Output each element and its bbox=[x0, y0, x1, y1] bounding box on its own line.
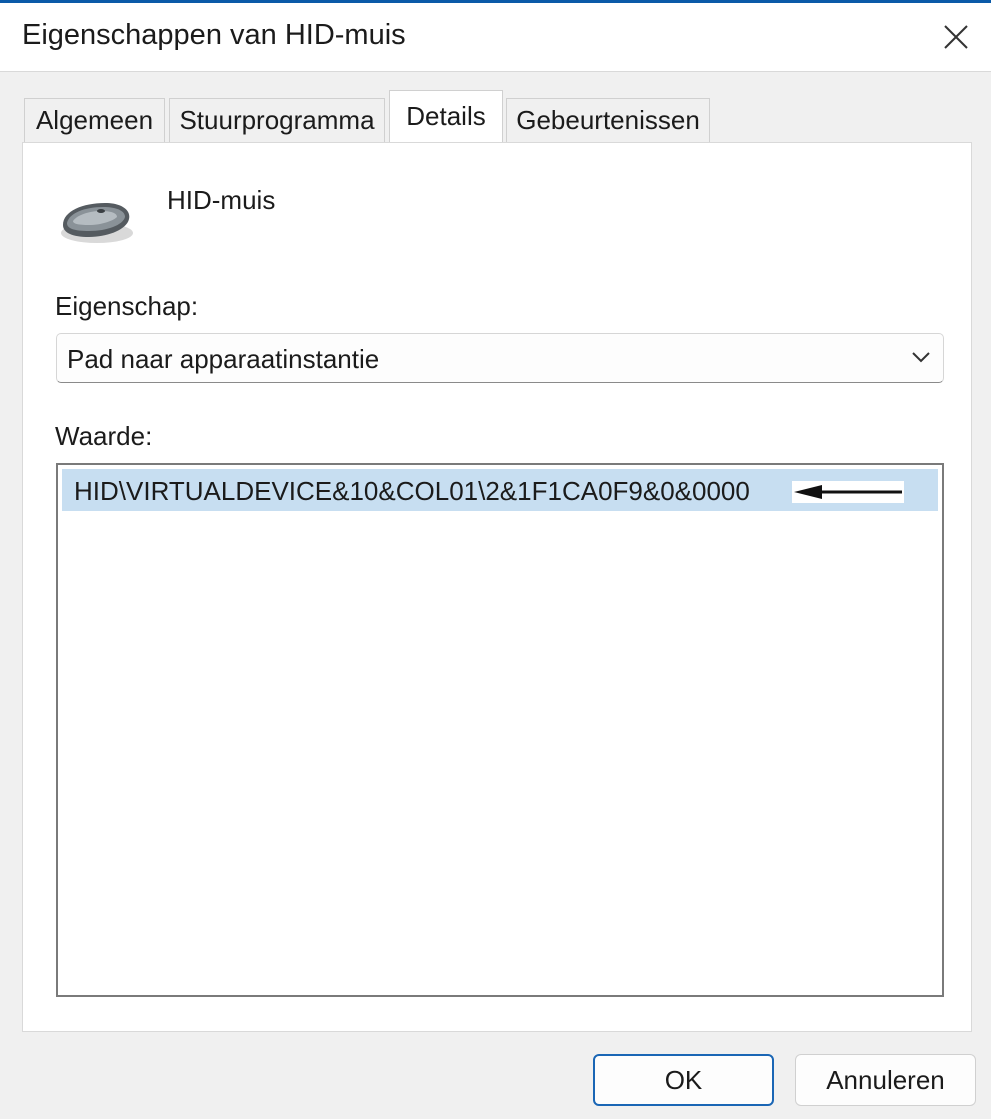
property-selected-value: Pad naar apparaatinstantie bbox=[67, 344, 380, 374]
arrow-left-icon bbox=[792, 481, 904, 503]
properties-dialog: Eigenschappen van HID-muis Algemeen Stuu… bbox=[0, 0, 991, 1119]
ok-button[interactable]: OK bbox=[593, 1054, 774, 1106]
value-label: Waarde: bbox=[55, 421, 153, 451]
tab-details[interactable]: Details bbox=[389, 90, 503, 142]
close-button[interactable] bbox=[921, 3, 991, 71]
tab-stuurprogramma[interactable]: Stuurprogramma bbox=[169, 98, 385, 142]
list-item-text: HID\VIRTUALDEVICE&10&COL01\2&1F1CA0F9&0&… bbox=[74, 476, 750, 506]
close-icon bbox=[944, 25, 968, 49]
tab-gebeurtenissen[interactable]: Gebeurtenissen bbox=[506, 98, 710, 142]
value-listbox[interactable]: HID\VIRTUALDEVICE&10&COL01\2&1F1CA0F9&0&… bbox=[56, 463, 944, 997]
list-item[interactable]: HID\VIRTUALDEVICE&10&COL01\2&1F1CA0F9&0&… bbox=[62, 469, 938, 511]
window-title: Eigenschappen van HID-muis bbox=[22, 19, 406, 51]
chevron-down-icon bbox=[912, 352, 930, 363]
device-name: HID-muis bbox=[167, 185, 276, 215]
property-label: Eigenschap: bbox=[55, 291, 199, 321]
title-bar[interactable]: Eigenschappen van HID-muis bbox=[0, 0, 991, 72]
cancel-button[interactable]: Annuleren bbox=[795, 1054, 976, 1106]
tab-algemeen[interactable]: Algemeen bbox=[24, 98, 165, 142]
details-panel: HID-muis Eigenschap: Pad naar apparaatin… bbox=[22, 142, 972, 1032]
property-dropdown[interactable]: Pad naar apparaatinstantie bbox=[56, 333, 944, 383]
mouse-icon bbox=[61, 203, 133, 243]
